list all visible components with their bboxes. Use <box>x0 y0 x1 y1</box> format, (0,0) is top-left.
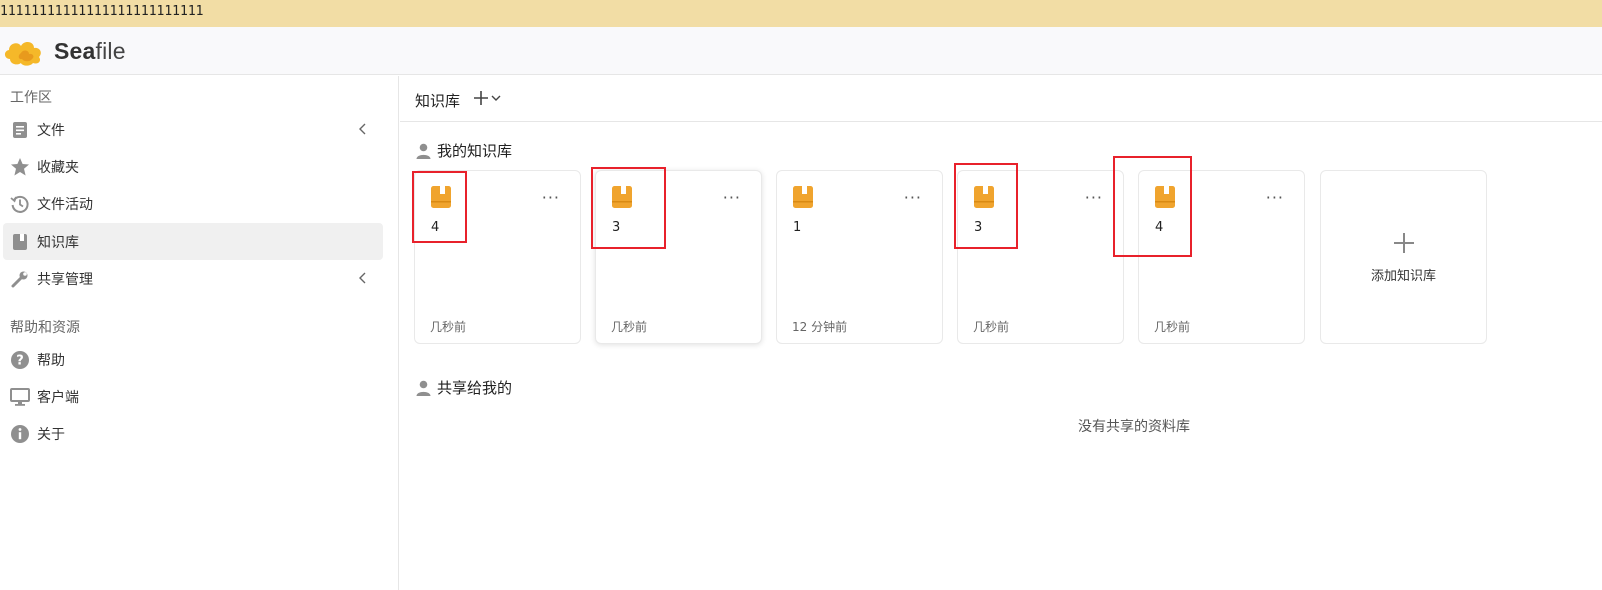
wiki-book-icon <box>793 186 813 212</box>
wiki-updated-time: 几秒前 <box>611 320 648 334</box>
wiki-name[interactable]: 3 <box>974 220 982 235</box>
info-icon <box>10 424 30 444</box>
more-options-icon[interactable]: ··· <box>904 188 922 207</box>
wiki-book-icon <box>1155 186 1175 212</box>
more-options-icon[interactable]: ··· <box>542 188 560 207</box>
add-wiki-label: 添加知识库 <box>1370 268 1436 284</box>
main-header: 知识库 <box>400 76 1602 122</box>
shared-wikis-section-title: 共享给我的 <box>416 377 512 398</box>
wiki-book-icon <box>974 186 994 212</box>
wiki-updated-time: 几秒前 <box>973 320 1010 334</box>
wiki-updated-time: 几秒前 <box>1154 320 1191 334</box>
sidebar-item-label: 帮助 <box>37 352 65 369</box>
workspace-heading: 工作区 <box>10 90 52 106</box>
sidebar-item-label: 文件活动 <box>37 196 93 213</box>
question-icon: ? <box>10 350 30 370</box>
history-icon <box>10 194 30 214</box>
sidebar-item-label: 知识库 <box>37 234 79 251</box>
sidebar-item-label: 文件 <box>37 122 65 139</box>
plus-icon <box>1393 231 1415 259</box>
wiki-updated-time: 12 分钟前 <box>792 320 848 334</box>
sidebar-item-share-admin[interactable]: 共享管理 <box>3 260 383 297</box>
top-bar: Seafile <box>0 27 1602 75</box>
chevron-down-icon <box>491 95 501 101</box>
top-banner: 11111111111111111111111111 <box>0 0 1602 27</box>
add-wiki-card[interactable]: 添加知识库 <box>1320 170 1487 344</box>
sidebar-item-label: 关于 <box>37 426 65 443</box>
file-icon <box>10 120 30 140</box>
seafile-logo[interactable]: Seafile <box>2 35 126 67</box>
book-icon <box>10 232 30 252</box>
sidebar-item-activity[interactable]: 文件活动 <box>3 185 383 222</box>
sidebar-item-files[interactable]: 文件 <box>3 111 383 148</box>
wiki-book-icon <box>612 186 632 212</box>
wiki-book-icon <box>431 186 451 212</box>
wiki-name[interactable]: 3 <box>612 220 620 235</box>
more-options-icon[interactable]: ··· <box>1085 188 1103 207</box>
sidebar-item-favorites[interactable]: 收藏夹 <box>3 148 383 185</box>
wiki-updated-time: 几秒前 <box>430 320 467 334</box>
wiki-name[interactable]: 4 <box>431 220 439 235</box>
wiki-name[interactable]: 4 <box>1155 220 1163 235</box>
sidebar-item-help[interactable]: ? 帮助 <box>3 341 383 378</box>
empty-shared-message: 没有共享的资料库 <box>1078 419 1190 435</box>
plus-icon <box>474 91 488 105</box>
monitor-icon <box>10 387 30 407</box>
sidebar-item-label: 收藏夹 <box>37 159 79 176</box>
sidebar-item-about[interactable]: 关于 <box>3 415 383 452</box>
chevron-left-icon[interactable] <box>357 269 369 291</box>
star-icon <box>10 157 30 177</box>
wrench-icon <box>10 269 30 289</box>
sidebar: 工作区 文件 收藏夹 文件活动 知识库 共享管理 帮助和资源 ? 帮助 客户端 … <box>0 76 399 590</box>
user-icon <box>416 143 431 159</box>
sidebar-item-clients[interactable]: 客户端 <box>3 378 383 415</box>
sidebar-item-wiki[interactable]: 知识库 <box>3 223 383 260</box>
wiki-card[interactable]: ··· 3 几秒前 <box>957 170 1124 344</box>
add-wiki-dropdown-button[interactable] <box>472 89 502 107</box>
help-heading: 帮助和资源 <box>10 320 80 336</box>
wiki-card[interactable]: ··· 4 几秒前 <box>414 170 581 344</box>
wiki-card[interactable]: ··· 1 12 分钟前 <box>776 170 943 344</box>
wiki-card[interactable]: ··· 4 几秒前 <box>1138 170 1305 344</box>
sidebar-item-label: 客户端 <box>37 389 79 406</box>
more-options-icon[interactable]: ··· <box>1266 188 1284 207</box>
cloud-logo-icon <box>4 42 41 66</box>
sidebar-item-label: 共享管理 <box>37 271 93 288</box>
more-options-icon[interactable]: ··· <box>723 188 741 207</box>
wiki-card[interactable]: ··· 3 几秒前 <box>595 170 762 344</box>
user-icon <box>416 380 431 396</box>
wiki-name[interactable]: 1 <box>793 220 801 235</box>
logo-text: Seafile <box>54 37 126 64</box>
my-wikis-section-title: 我的知识库 <box>416 140 512 161</box>
page-title: 知识库 <box>415 92 461 110</box>
chevron-left-icon[interactable] <box>357 120 369 142</box>
svg-text:?: ? <box>16 353 24 368</box>
